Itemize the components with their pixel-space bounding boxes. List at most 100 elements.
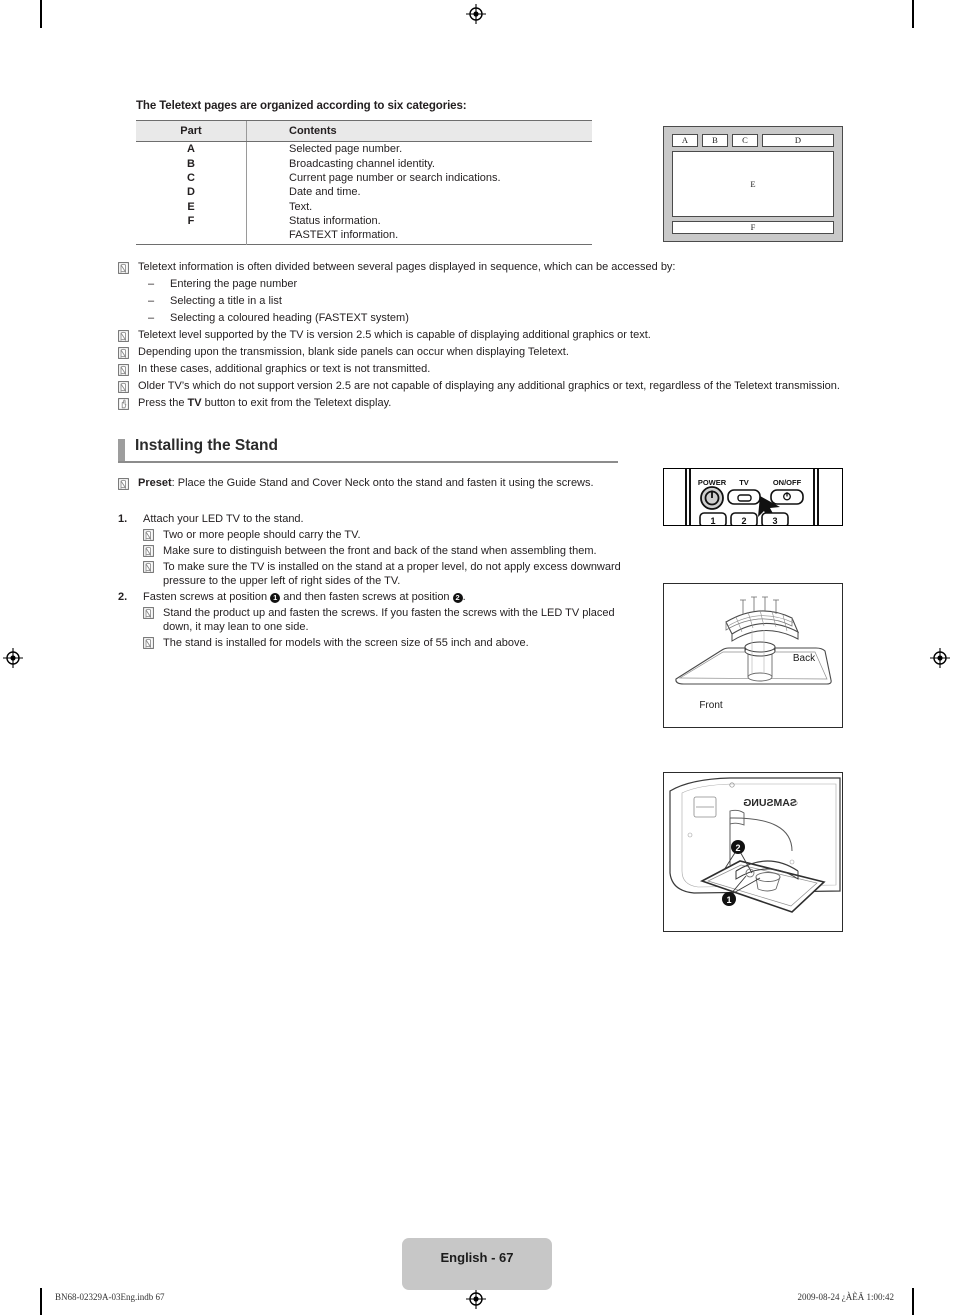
stand-front-label: Front xyxy=(699,700,723,711)
note-text-suffix: button to exit from the Teletext display… xyxy=(201,397,392,410)
note-icon xyxy=(143,606,163,634)
cell-contents: Date and time. xyxy=(246,185,592,200)
note-icon xyxy=(118,380,138,394)
cell-part: E xyxy=(187,200,195,213)
position-marker-two: 2 xyxy=(452,593,463,604)
note-text: Older TV’s which do not support version … xyxy=(138,380,840,393)
crop-mark-bottom-right xyxy=(912,1288,914,1315)
registration-mark-left xyxy=(3,648,23,668)
teletext-region-c: C xyxy=(732,134,758,147)
footer-file-name: BN68-02329A-03Eng.indb 67 xyxy=(55,1292,165,1302)
note-item: Teletext information is often divided be… xyxy=(118,261,848,275)
table-row: A Selected page number. xyxy=(136,141,592,157)
teletext-region-a: A xyxy=(672,134,698,147)
substep-text: Two or more people should carry the TV. xyxy=(163,529,361,542)
remote-key-3: 3 xyxy=(772,516,777,525)
preset-label: Preset xyxy=(138,476,172,489)
page-number-label: English - 67 xyxy=(440,1250,514,1265)
note-icon xyxy=(118,363,138,377)
page-content: The Teletext pages are organized accordi… xyxy=(118,100,848,932)
table-header-row: Part Contents xyxy=(136,120,592,142)
section-title: Installing the Stand xyxy=(135,436,278,454)
section-accent-bar xyxy=(118,438,125,461)
column-header-part: Part xyxy=(136,120,247,142)
preset-note: Preset: Place the Guide Stand and Cover … xyxy=(118,477,618,491)
step-text: Fasten screws at position 1 and then fas… xyxy=(143,590,630,604)
note-item: Older TV’s which do not support version … xyxy=(118,380,848,394)
note-icon xyxy=(118,477,138,490)
dash-text: Selecting a title in a list xyxy=(170,295,282,308)
registration-mark-right xyxy=(930,648,950,668)
step-text-part1: Fasten screws at position xyxy=(143,591,271,604)
note-icon xyxy=(143,636,163,650)
note-icon xyxy=(143,560,163,588)
cell-contents: Broadcasting channel identity. xyxy=(246,156,592,171)
registration-mark-top xyxy=(466,4,486,24)
note-icon xyxy=(143,544,163,558)
step-item: 2. Fasten screws at position 1 and then … xyxy=(118,590,630,604)
cell-part: D xyxy=(187,186,195,199)
cell-contents: FASTEXT information. xyxy=(246,228,592,245)
teletext-region-b: B xyxy=(702,134,728,147)
cell-contents: Status information. xyxy=(246,213,592,229)
preset-note-text: Preset: Place the Guide Stand and Cover … xyxy=(138,477,618,491)
section-rule xyxy=(118,460,618,464)
note-text-prefix: Press the xyxy=(138,397,188,410)
table-row: C Current page number or search indicati… xyxy=(136,170,592,186)
note-item: Teletext level supported by the TV is ve… xyxy=(118,329,848,343)
teletext-notes-list: Teletext information is often divided be… xyxy=(118,261,848,411)
substep-item: Stand the product up and fasten the scre… xyxy=(143,606,630,634)
note-item: In these cases, additional graphics or t… xyxy=(118,363,848,377)
teletext-category-table: Part Contents A Selected page number. B … xyxy=(136,120,592,245)
note-icon xyxy=(118,261,138,275)
cell-part: A xyxy=(187,143,195,156)
cell-part xyxy=(136,228,247,245)
note-text: Depending upon the transmission, blank s… xyxy=(138,346,569,359)
dash-bullet: – xyxy=(148,295,155,308)
remote-power-label: POWER xyxy=(698,478,727,487)
substep-item: Two or more people should carry the TV. xyxy=(143,528,630,542)
cell-part: B xyxy=(187,157,195,170)
remote-onoff-label: ON/OFF xyxy=(773,478,802,487)
dash-bullet: – xyxy=(148,278,155,291)
note-icon xyxy=(118,346,138,360)
step-text-part3: . xyxy=(462,591,466,604)
dash-text: Selecting a coloured heading (FASTEXT sy… xyxy=(170,312,409,325)
crop-mark-top-right xyxy=(912,0,914,28)
tv-marker-one: 1 xyxy=(726,895,731,905)
position-marker-one: 1 xyxy=(270,593,281,604)
teletext-region-e: E xyxy=(672,151,834,217)
remote-key-1: 1 xyxy=(710,516,715,525)
intro-line: The Teletext pages are organized accordi… xyxy=(136,100,467,112)
substep-item: To make sure the TV is installed on the … xyxy=(143,560,630,588)
note-icon xyxy=(118,329,138,343)
note-text: Teletext information is often divided be… xyxy=(138,261,676,274)
note-text: Press the TV button to exit from the Tel… xyxy=(138,397,848,411)
teletext-layout-figure: A B C D E F xyxy=(663,126,843,242)
step-number: 1. xyxy=(118,513,128,526)
manual-page: The Teletext pages are organized accordi… xyxy=(0,0,954,1315)
crop-mark-top-left xyxy=(40,0,42,28)
note-text: Teletext level supported by the TV is ve… xyxy=(138,329,651,342)
cell-contents: Current page number or search indication… xyxy=(246,170,592,186)
tv-back-assembly-figure: SAMSUNG 2 1 xyxy=(663,772,843,932)
stand-back-label: Back xyxy=(793,653,816,664)
table-row: FASTEXT information. xyxy=(136,228,592,245)
substep-text: Make sure to distinguish between the fro… xyxy=(163,545,597,558)
registration-mark-bottom xyxy=(466,1289,486,1309)
hand-icon xyxy=(118,397,138,411)
substep-text: Stand the product up and fasten the scre… xyxy=(163,607,615,634)
table-row: F Status information. xyxy=(136,213,592,229)
substep-text: The stand is installed for models with t… xyxy=(163,637,529,650)
crop-mark-bottom-left xyxy=(40,1288,42,1315)
dash-bullet: – xyxy=(148,312,155,325)
column-header-contents: Contents xyxy=(246,120,592,142)
page-number-badge: English - 67 xyxy=(402,1238,552,1290)
step-text: Attach your LED TV to the stand. xyxy=(143,513,304,526)
remote-tv-label: TV xyxy=(739,478,749,487)
table-row: D Date and time. xyxy=(136,185,592,200)
cell-part: C xyxy=(187,171,195,184)
note-icon xyxy=(143,528,163,542)
section-heading: Installing the Stand xyxy=(118,437,848,467)
teletext-region-f: F xyxy=(672,221,834,234)
